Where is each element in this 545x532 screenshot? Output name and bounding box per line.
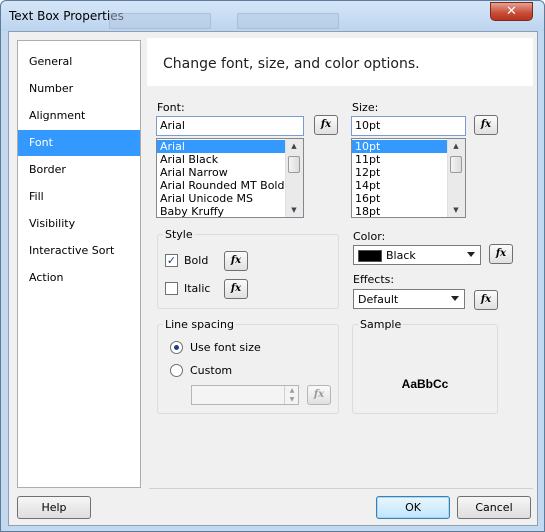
font-list-scrollbar[interactable]: ▲ ▼	[285, 139, 303, 217]
scroll-up-icon[interactable]: ▲	[286, 139, 302, 153]
sidebar-item-border[interactable]: Border	[18, 157, 140, 183]
sidebar-item-general[interactable]: General	[18, 49, 140, 75]
close-icon: ✕	[506, 4, 517, 19]
stepper-up-icon[interactable]: ▲	[285, 386, 299, 395]
custom-radio[interactable]	[170, 364, 183, 377]
bold-fx-button[interactable]: fx	[224, 251, 248, 271]
button-separator	[149, 488, 533, 489]
effects-label: Effects:	[353, 273, 395, 286]
color-value: Black	[386, 249, 416, 262]
panel-heading: Change font, size, and color options.	[163, 56, 420, 72]
size-fx-button[interactable]: fx	[474, 115, 498, 135]
scroll-down-icon[interactable]: ▼	[286, 203, 302, 217]
check-icon: ✓	[166, 254, 177, 267]
fx-icon: fx	[230, 255, 242, 266]
stepper-arrows[interactable]: ▲ ▼	[284, 386, 299, 404]
font-label: Font:	[157, 101, 185, 114]
category-nav: General Number Alignment Font Border Fill Visi…	[17, 40, 141, 488]
font-panel: Change font, size, and color options. Fo…	[147, 38, 533, 489]
window-title: Text Box Properties	[9, 9, 124, 23]
italic-checkbox[interactable]	[165, 282, 178, 295]
close-button[interactable]: ✕	[490, 2, 533, 21]
effects-fx-button[interactable]: fx	[474, 290, 498, 310]
dialog-window: Text Box Properties ✕ General Number Align…	[0, 0, 545, 532]
sidebar-item-fill[interactable]: Fill	[18, 184, 140, 210]
scroll-thumb[interactable]	[450, 156, 462, 173]
effects-dropdown[interactable]: Default	[353, 289, 465, 309]
fx-icon: fx	[480, 294, 492, 305]
size-list-item[interactable]: 10pt	[352, 140, 448, 153]
line-spacing-title: Line spacing	[163, 318, 236, 331]
color-dropdown[interactable]: Black	[353, 245, 481, 265]
chevron-down-icon	[467, 252, 475, 257]
color-label: Color:	[353, 230, 386, 243]
help-button[interactable]: Help	[17, 496, 91, 519]
custom-spacing-stepper[interactable]	[191, 385, 299, 405]
color-fx-button[interactable]: fx	[489, 244, 513, 264]
cancel-button[interactable]: Cancel	[457, 496, 531, 519]
font-fx-button[interactable]: fx	[314, 115, 338, 135]
color-swatch	[358, 250, 382, 262]
stepper-down-icon[interactable]: ▼	[285, 395, 299, 404]
size-list-item[interactable]: 11pt	[352, 153, 448, 166]
sidebar-item-alignment[interactable]: Alignment	[18, 103, 140, 129]
size-list-item[interactable]: 16pt	[352, 192, 448, 205]
fx-icon: fx	[230, 283, 242, 294]
ok-button[interactable]: OK	[376, 496, 450, 519]
fx-icon: fx	[313, 389, 325, 400]
size-list-item[interactable]: 14pt	[352, 179, 448, 192]
chevron-down-icon	[451, 296, 459, 301]
font-list-item[interactable]: Arial Black	[157, 153, 286, 166]
sample-text: AaBbCc	[401, 377, 449, 391]
size-listbox[interactable]: 10pt 11pt 12pt 14pt 16pt 18pt ▲ ▼	[351, 138, 466, 218]
bold-checkbox[interactable]: ✓	[165, 254, 178, 267]
sample-title: Sample	[358, 318, 404, 331]
scroll-up-icon[interactable]: ▲	[448, 139, 464, 153]
fx-icon: fx	[495, 248, 507, 259]
font-list-item[interactable]: Baby Kruffy	[157, 205, 286, 217]
font-listbox[interactable]: Arial Arial Black Arial Narrow Arial Rounde…	[156, 138, 304, 218]
spacing-fx-button[interactable]: fx	[307, 385, 331, 405]
fx-icon: fx	[480, 119, 492, 130]
font-list-item[interactable]: Arial Narrow	[157, 166, 286, 179]
use-font-size-label[interactable]: Use font size	[190, 341, 261, 354]
sample-group	[352, 324, 498, 414]
size-list-scrollbar[interactable]: ▲ ▼	[447, 139, 465, 217]
scroll-thumb[interactable]	[288, 156, 300, 173]
font-input[interactable]: Arial	[156, 116, 304, 136]
style-group-title: Style	[163, 228, 195, 241]
sidebar-item-interactive-sort[interactable]: Interactive Sort	[18, 238, 140, 264]
sidebar-item-number[interactable]: Number	[18, 76, 140, 102]
font-list-item[interactable]: Arial Unicode MS	[157, 192, 286, 205]
italic-label[interactable]: Italic	[184, 282, 210, 295]
bold-label[interactable]: Bold	[184, 254, 208, 267]
panel-header: Change font, size, and color options.	[147, 38, 533, 86]
dialog-client: General Number Alignment Font Border Fill Visi…	[8, 31, 538, 526]
use-font-size-radio[interactable]	[170, 341, 183, 354]
sidebar-item-action[interactable]: Action	[18, 265, 140, 291]
background-window-ghost	[237, 13, 339, 29]
italic-fx-button[interactable]: fx	[224, 279, 248, 299]
size-input[interactable]: 10pt	[351, 116, 466, 136]
scroll-down-icon[interactable]: ▼	[448, 203, 464, 217]
sidebar-item-font[interactable]: Font	[18, 130, 140, 156]
sidebar-item-visibility[interactable]: Visibility	[18, 211, 140, 237]
font-list-item[interactable]: Arial	[157, 140, 286, 153]
style-group	[157, 234, 339, 309]
size-list-item[interactable]: 12pt	[352, 166, 448, 179]
custom-label[interactable]: Custom	[190, 364, 232, 377]
size-label: Size:	[352, 101, 379, 114]
fx-icon: fx	[320, 119, 332, 130]
font-list-item[interactable]: Arial Rounded MT Bold	[157, 179, 286, 192]
background-window-ghost	[109, 13, 211, 29]
effects-value: Default	[358, 293, 399, 306]
size-list-item[interactable]: 18pt	[352, 205, 448, 217]
title-bar[interactable]: Text Box Properties ✕	[1, 1, 544, 31]
